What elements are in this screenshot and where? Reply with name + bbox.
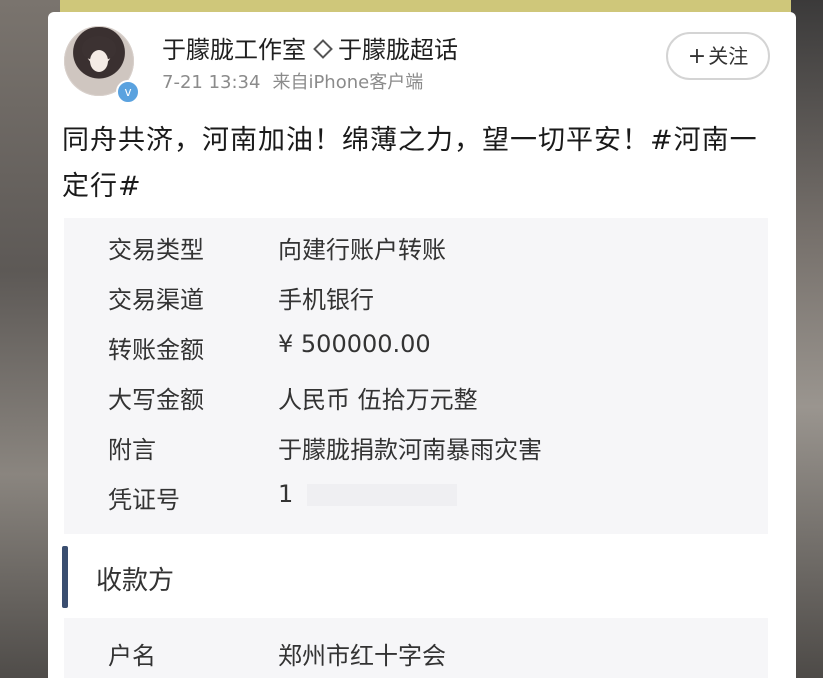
post-source: 来自iPhone客户端 bbox=[272, 72, 424, 93]
tx-label: 交易渠道 bbox=[108, 286, 204, 314]
diamond-icon bbox=[313, 39, 333, 59]
weibo-post-card: v 于朦胧工作室 于朦胧超话 7-21 13:34 来自iPhone客户端 + 关注 … bbox=[48, 12, 796, 678]
author-line: 于朦胧工作室 于朦胧超话 bbox=[162, 30, 458, 65]
payee-details: 户名 郑州市红十字会 bbox=[64, 618, 768, 678]
post-time: 7-21 13:34 bbox=[162, 72, 261, 93]
avatar-face bbox=[90, 50, 108, 72]
tx-label: 凭证号 bbox=[108, 486, 180, 514]
payee-label: 户名 bbox=[108, 642, 156, 670]
author-name[interactable]: 于朦胧工作室 bbox=[162, 36, 306, 64]
section-accent-bar bbox=[62, 546, 68, 608]
post-text: 同舟共济，河南加油！绵薄之力，望一切平安！#河南一定行# bbox=[62, 125, 758, 202]
tx-value: 向建行账户转账 bbox=[278, 236, 446, 264]
tx-label: 大写金额 bbox=[108, 386, 204, 414]
background-top-strip bbox=[0, 0, 823, 12]
tx-row-voucher: 凭证号 1 bbox=[64, 472, 768, 522]
follow-label: 关注 bbox=[708, 44, 749, 68]
tx-value: 人民币 伍拾万元整 bbox=[278, 386, 478, 414]
tx-row-channel: 交易渠道 手机银行 bbox=[64, 272, 768, 322]
tx-value: 手机银行 bbox=[278, 286, 374, 314]
payee-section-header: 收款方 bbox=[62, 538, 782, 608]
tx-row-amount: 转账金额 ¥ 500000.00 bbox=[64, 322, 768, 372]
tx-value: 于朦胧捐款河南暴雨灾害 bbox=[278, 436, 542, 464]
super-topic-link[interactable]: 于朦胧超话 bbox=[338, 36, 458, 64]
tx-row-note: 附言 于朦胧捐款河南暴雨灾害 bbox=[64, 422, 768, 472]
post-header: v 于朦胧工作室 于朦胧超话 7-21 13:34 来自iPhone客户端 + 关注 bbox=[48, 12, 796, 112]
tx-label: 转账金额 bbox=[108, 336, 204, 364]
tx-label: 交易类型 bbox=[108, 236, 204, 264]
post-meta: 7-21 13:34 来自iPhone客户端 bbox=[162, 68, 423, 94]
tx-value-voucher: 1 bbox=[278, 480, 458, 508]
tx-value: ¥ 500000.00 bbox=[278, 330, 431, 358]
follow-button[interactable]: + 关注 bbox=[666, 32, 770, 80]
verified-badge-icon: v bbox=[116, 80, 140, 104]
redacted-voucher bbox=[307, 484, 458, 506]
tx-row-type: 交易类型 向建行账户转账 bbox=[64, 222, 768, 272]
tx-label: 附言 bbox=[108, 436, 156, 464]
plus-icon: + bbox=[687, 44, 707, 69]
payee-value: 郑州市红十字会 bbox=[278, 642, 446, 670]
transaction-details: 交易类型 向建行账户转账 交易渠道 手机银行 转账金额 ¥ 500000.00 … bbox=[64, 218, 768, 534]
voucher-number: 1 bbox=[278, 480, 294, 508]
tx-row-amount-words: 大写金额 人民币 伍拾万元整 bbox=[64, 372, 768, 422]
section-title: 收款方 bbox=[96, 566, 175, 596]
